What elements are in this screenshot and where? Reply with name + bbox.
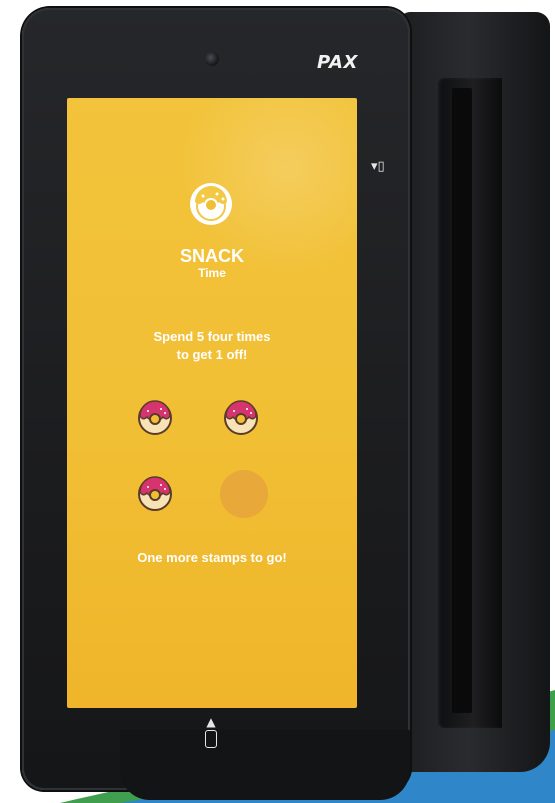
terminal-base <box>120 730 410 800</box>
promo-subtitle: Time <box>198 266 226 280</box>
stamp-filled <box>138 400 172 435</box>
promo-description: Spend 5 four times to get 1 off! <box>107 328 317 364</box>
stamp-filled <box>224 400 258 435</box>
promo-line-2: to get 1 off! <box>176 347 248 362</box>
stamp-status: One more stamps to go! <box>137 550 287 565</box>
terminal-screen[interactable]: SNACK Time Spend 5 four times to get 1 o… <box>67 98 357 708</box>
brand-logo: PAX <box>317 52 358 73</box>
camera-icon <box>205 52 219 66</box>
card-insert-icon: ▾▯ <box>371 159 385 174</box>
contactless-phone-icon: ▲ <box>202 716 220 750</box>
promo-title: SNACK <box>179 246 244 266</box>
donut-icon <box>190 183 232 225</box>
stamp-filled <box>138 476 172 511</box>
card-swipe-track <box>452 88 472 713</box>
promo-line-1: Spend 5 four times <box>153 329 271 344</box>
stamp-empty <box>220 470 268 518</box>
